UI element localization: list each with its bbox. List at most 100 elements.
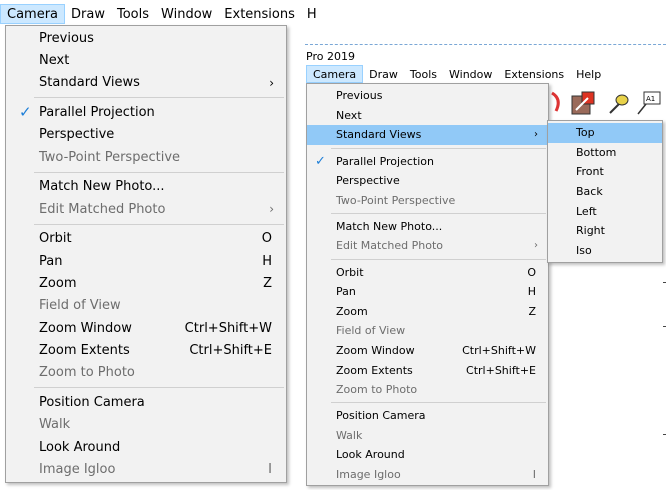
menu-item-label: Previous <box>336 89 383 103</box>
camera-menu-item-two-point-perspective: Two-Point Perspective <box>6 146 286 168</box>
camera-menu-right-item-perspective[interactable]: Perspective <box>307 171 548 191</box>
camera-menu-item-parallel-projection[interactable]: ✓ Parallel Projection <box>6 101 286 123</box>
menu-separator <box>34 171 284 173</box>
menu-item-shortcut: Ctrl+Shift+E <box>466 363 536 377</box>
camera-menu-item-match-new-photo[interactable]: Match New Photo... <box>6 176 286 198</box>
menu-item-label: Zoom to Photo <box>39 365 135 381</box>
submenu-item-top[interactable]: Top <box>548 123 662 143</box>
camera-menu-right-item-zoom[interactable]: Zoom Z <box>307 302 548 322</box>
menubar-item-extensions[interactable]: Extensions <box>218 4 301 24</box>
camera-menu-item-orbit[interactable]: Orbit O <box>6 228 286 250</box>
menu-item-shortcut: Z <box>528 304 536 318</box>
camera-menu-right: Previous Next Standard Views › ✓ Parallel Pro… <box>306 83 549 486</box>
submenu-item-iso[interactable]: Iso <box>548 241 662 261</box>
camera-menu-right-item-pan[interactable]: Pan H <box>307 282 548 302</box>
menubar-item-tools[interactable]: Tools <box>404 65 443 83</box>
submenu-item-back[interactable]: Back <box>548 182 662 202</box>
menu-item-label: Zoom Window <box>39 320 132 336</box>
menubar-right: Camera Draw Tools Window Extensions Help <box>306 65 607 83</box>
menu-item-label: Two-Point Perspective <box>336 193 456 207</box>
chevron-right-icon: › <box>534 240 538 252</box>
submenu-item-right[interactable]: Right <box>548 221 662 241</box>
menubar-item-window[interactable]: Window <box>155 4 218 24</box>
camera-menu-right-item-match-new-photo[interactable]: Match New Photo... <box>307 217 548 237</box>
submenu-item-label: Top <box>576 126 595 140</box>
camera-menu-item-next[interactable]: Next <box>6 49 286 71</box>
camera-menu-item-zoom-extents[interactable]: Zoom Extents Ctrl+Shift+E <box>6 339 286 361</box>
menu-item-label: Zoom <box>39 276 77 291</box>
submenu-item-label: Bottom <box>576 145 617 159</box>
camera-menu-right-item-parallel-projection[interactable]: ✓ Parallel Projection <box>307 151 548 171</box>
menu-separator <box>34 387 284 389</box>
menu-item-label: Match New Photo... <box>336 219 443 233</box>
camera-menu-item-edit-matched-photo: Edit Matched Photo › <box>6 198 286 220</box>
menubar-item-window[interactable]: Window <box>443 65 498 83</box>
camera-menu-item-zoom[interactable]: Zoom Z <box>6 273 286 295</box>
camera-menu-right-item-previous[interactable]: Previous <box>307 86 548 106</box>
standard-views-submenu: Top Bottom Front Back Left Right Iso <box>547 120 663 263</box>
submenu-item-label: Left <box>576 204 597 218</box>
camera-menu-item-pan[interactable]: Pan H <box>6 250 286 272</box>
menubar-item-tools[interactable]: Tools <box>111 4 155 24</box>
menubar-item-camera[interactable]: Camera <box>306 65 364 83</box>
menu-item-label: Next <box>39 52 70 68</box>
chevron-right-icon: › <box>269 75 274 90</box>
menu-item-label: Standard Views <box>336 128 422 142</box>
menubar-item-draw[interactable]: Draw <box>363 65 404 83</box>
submenu-item-front[interactable]: Front <box>548 162 662 182</box>
menubar-left: Camera Draw Tools Window Extensions H <box>0 4 323 24</box>
menu-item-label: Field of View <box>336 324 406 338</box>
menu-item-label: Zoom Window <box>336 343 415 357</box>
menu-item-label: Standard Views <box>39 75 140 91</box>
menu-item-shortcut: I <box>532 468 536 482</box>
menu-separator <box>34 223 284 225</box>
menu-item-label: Position Camera <box>336 409 426 423</box>
menu-item-label: Perspective <box>39 127 115 143</box>
menubar-item-draw[interactable]: Draw <box>65 4 111 24</box>
camera-menu-right-item-image-igloo: Image Igloo I <box>307 465 548 485</box>
text-label-icon[interactable]: A1 <box>636 90 662 116</box>
camera-menu-right-item-field-of-view: Field of View <box>307 321 548 341</box>
camera-menu-item-standard-views[interactable]: Standard Views › <box>6 72 286 94</box>
camera-menu-item-perspective[interactable]: Perspective <box>6 124 286 146</box>
dashed-title-border <box>305 44 666 45</box>
menu-item-label: Orbit <box>336 265 364 279</box>
menu-item-shortcut: I <box>268 461 272 477</box>
menu-item-label: Position Camera <box>39 395 145 410</box>
menu-item-label: Zoom Extents <box>336 363 413 377</box>
menu-item-label: Match New Photo... <box>39 179 165 195</box>
scale-icon[interactable] <box>570 90 596 116</box>
menu-item-label: Field of View <box>39 298 121 314</box>
app-title: Pro 2019 <box>306 50 355 63</box>
menu-item-label: Zoom Extents <box>39 342 130 358</box>
camera-menu-item-previous[interactable]: Previous <box>6 27 286 49</box>
camera-menu-item-position-camera[interactable]: Position Camera <box>6 392 286 414</box>
menu-item-label: Look Around <box>39 439 121 455</box>
menubar-item-camera[interactable]: Camera <box>0 4 66 24</box>
camera-menu-right-item-two-point-perspective: Two-Point Perspective <box>307 191 548 211</box>
camera-menu-right-item-look-around[interactable]: Look Around <box>307 445 548 465</box>
camera-menu-right-item-zoom-extents[interactable]: Zoom Extents Ctrl+Shift+E <box>307 360 548 380</box>
camera-menu-right-item-zoom-window[interactable]: Zoom Window Ctrl+Shift+W <box>307 341 548 361</box>
camera-menu-right-item-next[interactable]: Next <box>307 106 548 126</box>
camera-menu-item-look-around[interactable]: Look Around <box>6 436 286 458</box>
tape-measure-icon[interactable] <box>606 91 630 115</box>
menu-item-shortcut: Z <box>263 276 272 291</box>
camera-menu-item-zoom-window[interactable]: Zoom Window Ctrl+Shift+W <box>6 317 286 339</box>
camera-menu-right-item-standard-views[interactable]: Standard Views › <box>307 125 548 145</box>
submenu-item-left[interactable]: Left <box>548 201 662 221</box>
menubar-item-extensions[interactable]: Extensions <box>498 65 570 83</box>
menubar-item-help[interactable]: Help <box>570 65 607 83</box>
menu-item-label: Pan <box>39 253 63 269</box>
checkmark-icon: ✓ <box>19 103 32 122</box>
camera-menu-right-item-edit-matched-photo: Edit Matched Photo › <box>307 236 548 256</box>
camera-menu-right-item-position-camera[interactable]: Position Camera <box>307 406 548 426</box>
menubar-item-h[interactable]: H <box>301 4 323 24</box>
camera-menu-right-item-zoom-to-photo: Zoom to Photo <box>307 380 548 400</box>
submenu-item-bottom[interactable]: Bottom <box>548 143 662 163</box>
menu-item-label: Previous <box>39 30 94 46</box>
follow-me-icon[interactable] <box>550 91 562 115</box>
submenu-item-label: Front <box>576 165 604 179</box>
camera-menu-item-walk: Walk <box>6 414 286 436</box>
camera-menu-right-item-orbit[interactable]: Orbit O <box>307 262 548 282</box>
